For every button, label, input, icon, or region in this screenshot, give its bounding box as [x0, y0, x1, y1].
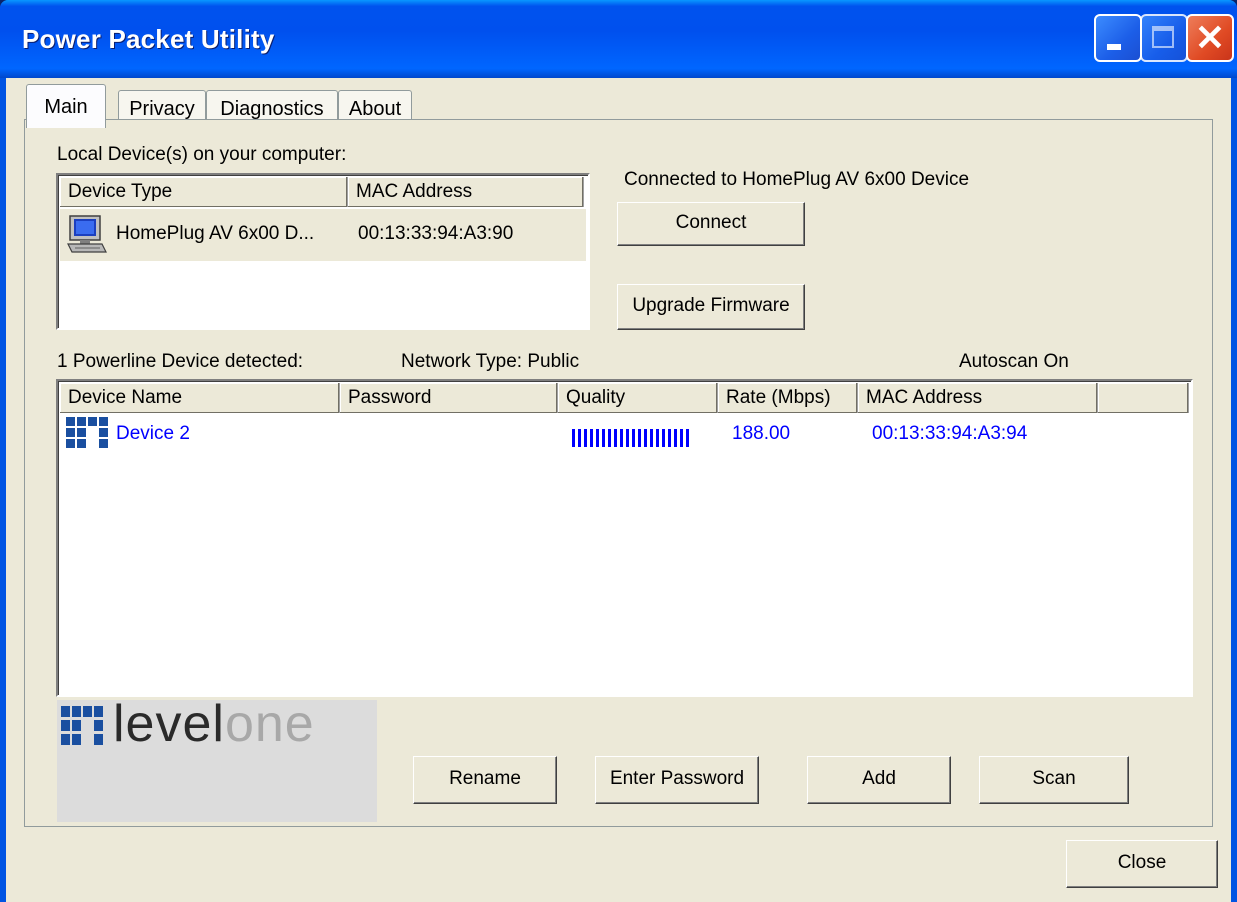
- connection-status: Connected to HomePlug AV 6x00 Device: [624, 169, 970, 190]
- network-type-label: Network Type: Public: [401, 351, 580, 372]
- column-mac-address[interactable]: MAC Address: [858, 383, 1098, 413]
- quality-bar-segment: [650, 429, 653, 447]
- column-spacer: [1098, 383, 1189, 413]
- levelone-device-icon: [66, 417, 108, 453]
- rename-button[interactable]: Rename: [413, 756, 557, 804]
- local-device-type: HomePlug AV 6x00 D...: [116, 223, 315, 244]
- quality-bar-segment: [614, 429, 617, 447]
- quality-bar-segment: [578, 429, 581, 447]
- tab-main[interactable]: Main: [26, 84, 106, 128]
- quality-bar-segment: [686, 429, 689, 447]
- quality-bar-segment: [644, 429, 647, 447]
- connect-button[interactable]: Connect: [617, 202, 805, 246]
- list-item[interactable]: HomePlug AV 6x00 D... 00:13:33:94:A3:90: [60, 209, 586, 261]
- minimize-button[interactable]: [1094, 14, 1142, 62]
- table-row[interactable]: Device 2 188.00 00:13:33:94:A3:94: [60, 415, 1189, 455]
- quality-bar-segment: [638, 429, 641, 447]
- devices-detected-label: 1 Powerline Device detected:: [57, 351, 304, 372]
- maximize-button[interactable]: [1140, 14, 1188, 62]
- quality-meter: [572, 429, 689, 447]
- column-mac-address[interactable]: MAC Address: [348, 177, 584, 207]
- upgrade-firmware-button[interactable]: Upgrade Firmware: [617, 284, 805, 330]
- autoscan-label: Autoscan On: [959, 351, 1069, 372]
- device-mac: 00:13:33:94:A3:94: [872, 423, 1028, 444]
- quality-bar-segment: [674, 429, 677, 447]
- close-icon: ✕: [1194, 17, 1226, 58]
- main-tab-panel: Local Device(s) on your computer: Device…: [24, 119, 1213, 827]
- logo-text-one: one: [224, 695, 315, 753]
- quality-bar-segment: [596, 429, 599, 447]
- brand-logo: levelone: [57, 695, 377, 822]
- logo-text-level: level: [113, 695, 225, 753]
- add-button[interactable]: Add: [807, 756, 951, 804]
- quality-bar-segment: [608, 429, 611, 447]
- quality-bar-segment: [626, 429, 629, 447]
- minimize-icon: [1107, 44, 1121, 50]
- computer-icon: [66, 214, 108, 256]
- quality-bar-segment: [602, 429, 605, 447]
- column-rate[interactable]: Rate (Mbps): [718, 383, 858, 413]
- quality-bar-segment: [662, 429, 665, 447]
- window-title: Power Packet Utility: [22, 24, 275, 54]
- scan-button[interactable]: Scan: [979, 756, 1129, 804]
- column-device-type[interactable]: Device Type: [60, 177, 348, 207]
- local-devices-heading: Local Device(s) on your computer:: [57, 144, 347, 165]
- column-device-name[interactable]: Device Name: [60, 383, 340, 413]
- quality-bar-segment: [572, 429, 575, 447]
- quality-bar-segment: [680, 429, 683, 447]
- enter-password-button[interactable]: Enter Password: [595, 756, 759, 804]
- close-window-button[interactable]: ✕: [1186, 14, 1234, 62]
- powerline-device-list[interactable]: Device Name Password Quality Rate (Mbps)…: [56, 379, 1193, 697]
- maximize-icon: [1152, 26, 1174, 48]
- local-device-list[interactable]: Device Type MAC Address HomePlug AV 6x00…: [56, 173, 590, 330]
- column-quality[interactable]: Quality: [558, 383, 718, 413]
- device-rate: 188.00: [732, 423, 791, 444]
- levelone-logo-icon: [61, 706, 103, 745]
- quality-bar-segment: [668, 429, 671, 447]
- close-button[interactable]: Close: [1066, 840, 1218, 888]
- title-bar[interactable]: Power Packet Utility ✕: [0, 0, 1237, 78]
- quality-bar-segment: [620, 429, 623, 447]
- device-name: Device 2: [116, 423, 190, 444]
- app-window: Power Packet Utility ✕ Main Privacy Diag…: [0, 0, 1237, 902]
- client-area: Main Privacy Diagnostics About Local Dev…: [6, 78, 1231, 902]
- local-device-mac: 00:13:33:94:A3:90: [358, 223, 514, 244]
- column-password[interactable]: Password: [340, 383, 558, 413]
- quality-bar-segment: [590, 429, 593, 447]
- quality-bar-segment: [656, 429, 659, 447]
- quality-bar-segment: [584, 429, 587, 447]
- quality-bar-segment: [632, 429, 635, 447]
